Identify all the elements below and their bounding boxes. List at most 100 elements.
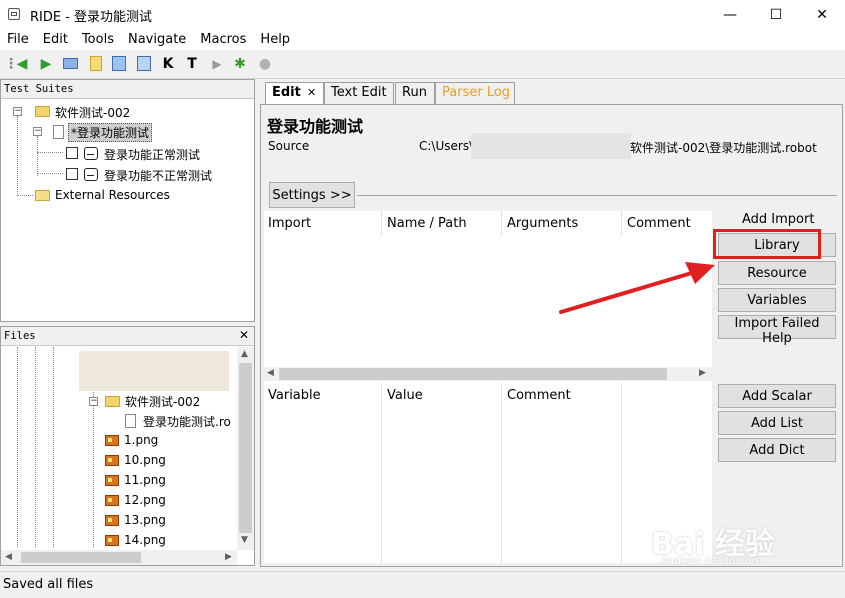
- test-suites-panel: Test Suites − 软件测试-002 − *登录功能测试 登录功能正常测…: [0, 79, 255, 322]
- add-import-label: Add Import: [742, 212, 815, 227]
- tab-edit-label: Edit: [272, 85, 301, 100]
- files-robot-file[interactable]: 登录功能测试.ro: [143, 413, 231, 430]
- redacted-path: [471, 133, 631, 159]
- files-image-4[interactable]: 12.png: [124, 493, 166, 507]
- scroll-left-arrow-icon[interactable]: ◀: [267, 368, 274, 378]
- add-list-button[interactable]: Add List: [718, 411, 836, 435]
- scroll-down-arrow-icon[interactable]: ▼: [241, 535, 248, 545]
- window-title: RIDE - 登录功能测试: [30, 10, 153, 25]
- image-file-icon: [105, 475, 119, 486]
- menu-file[interactable]: File: [0, 30, 36, 50]
- status-text: Saved all files: [3, 577, 94, 592]
- files-vscroll-thumb[interactable]: [239, 363, 252, 533]
- close-window-button[interactable]: ✕: [799, 0, 845, 30]
- files-image-5[interactable]: 13.png: [124, 513, 166, 527]
- files-image-2[interactable]: 10.png: [124, 453, 166, 467]
- tree-test-case-1[interactable]: 登录功能正常测试: [104, 146, 200, 163]
- files-header: Files: [1, 327, 254, 346]
- toolbar: ⋮ ◀ ▶ K T ▶ ✱ ●: [0, 50, 845, 79]
- ride-app-icon: [8, 8, 20, 20]
- folder-icon: [105, 396, 120, 407]
- files-folder[interactable]: 软件测试-002: [125, 393, 200, 410]
- suite-title: 登录功能测试: [267, 117, 364, 136]
- image-file-icon: [105, 535, 119, 546]
- tab-parser-log[interactable]: Parser Log: [435, 82, 515, 104]
- image-file-icon: [105, 435, 119, 446]
- forward-arrow-icon[interactable]: ▶: [37, 55, 55, 73]
- tree-external-resources[interactable]: External Resources: [55, 188, 170, 202]
- expand-suite-toggle[interactable]: −: [33, 127, 42, 136]
- menu-navigate[interactable]: Navigate: [121, 30, 193, 50]
- scroll-up-arrow-icon[interactable]: ▲: [241, 349, 248, 359]
- col-variable: Variable: [268, 388, 321, 403]
- robot-file-icon: [125, 414, 136, 428]
- run-icon[interactable]: ▶: [208, 55, 226, 73]
- save-icon[interactable]: [110, 55, 128, 73]
- files-image-1[interactable]: 1.png: [124, 433, 158, 447]
- variables-button[interactable]: Variables: [718, 288, 836, 312]
- test-case-icon: [84, 168, 98, 181]
- scroll-left-arrow-icon[interactable]: ◀: [5, 552, 12, 562]
- tab-edit[interactable]: Edit ✕: [265, 82, 324, 105]
- image-file-icon: [105, 495, 119, 506]
- source-label: Source: [268, 139, 310, 153]
- debug-bug-icon[interactable]: ✱: [231, 55, 249, 73]
- files-image-3[interactable]: 11.png: [124, 473, 166, 487]
- expand-root-toggle[interactable]: −: [13, 107, 22, 116]
- source-path-prefix: C:\Users\: [419, 139, 474, 153]
- tree-suite-selected[interactable]: *登录功能测试: [68, 123, 153, 142]
- menu-edit[interactable]: Edit: [36, 30, 75, 50]
- col-comment: Comment: [627, 216, 691, 231]
- new-file-icon[interactable]: [87, 55, 105, 73]
- test-case-checkbox-1[interactable]: [66, 147, 78, 159]
- watermark-subtext: jingyan.baidu.com: [661, 554, 763, 567]
- test-search-icon[interactable]: T: [183, 55, 201, 73]
- source-path-suffix: 软件测试-002\登录功能测试.robot: [630, 141, 817, 155]
- save-all-icon[interactable]: [135, 55, 153, 73]
- toolbar-grip-icon: ⋮: [4, 56, 18, 72]
- col-var-comment: Comment: [507, 388, 571, 403]
- red-arrow-annotation: [559, 262, 715, 314]
- red-highlight-box: [713, 229, 821, 259]
- settings-button[interactable]: Settings >>: [269, 182, 355, 208]
- keyword-search-icon[interactable]: K: [159, 55, 177, 73]
- editor-pane: 登录功能测试 Source C:\Users\ 软件测试-002\登录功能测试.…: [260, 104, 843, 567]
- image-file-icon: [105, 455, 119, 466]
- tree-root-suite[interactable]: 软件测试-002: [55, 104, 130, 121]
- maximize-button[interactable]: ☐: [753, 0, 799, 30]
- test-case-icon: [84, 147, 98, 160]
- tree-test-case-2[interactable]: 登录功能不正常测试: [104, 167, 212, 184]
- tab-text-edit[interactable]: Text Edit: [324, 82, 394, 104]
- scroll-right-arrow-icon[interactable]: ▶: [699, 368, 706, 378]
- back-arrow-icon[interactable]: ◀: [13, 55, 31, 73]
- col-value: Value: [387, 388, 423, 403]
- files-close-icon[interactable]: ✕: [239, 328, 249, 342]
- tab-run[interactable]: Run: [395, 82, 435, 104]
- stop-icon[interactable]: ●: [256, 55, 274, 73]
- open-folder-icon[interactable]: [62, 55, 80, 73]
- suite-file-icon: [53, 125, 64, 139]
- tab-close-icon[interactable]: ✕: [307, 83, 316, 103]
- files-panel: Files ✕ − 软件测试-002 登录功能测试.ro 1.png 10.pn…: [0, 326, 255, 566]
- col-import: Import: [268, 216, 312, 231]
- status-bar: Saved all files: [0, 571, 845, 598]
- menu-macros[interactable]: Macros: [193, 30, 253, 50]
- test-case-checkbox-2[interactable]: [66, 168, 78, 180]
- resource-button[interactable]: Resource: [718, 261, 836, 285]
- settings-divider: [357, 195, 837, 196]
- scroll-right-arrow-icon[interactable]: ▶: [225, 552, 232, 562]
- variable-table[interactable]: Variable Value Comment: [264, 383, 712, 563]
- menu-help[interactable]: Help: [253, 30, 297, 50]
- col-arguments: Arguments: [507, 216, 579, 231]
- files-image-6[interactable]: 14.png: [124, 533, 166, 547]
- minimize-button[interactable]: —: [707, 0, 753, 30]
- menu-bar: File Edit Tools Navigate Macros Help: [0, 30, 845, 50]
- menu-tools[interactable]: Tools: [75, 30, 121, 50]
- expand-folder-toggle[interactable]: −: [89, 397, 98, 406]
- folder-icon: [35, 106, 50, 117]
- add-scalar-button[interactable]: Add Scalar: [718, 384, 836, 408]
- import-hscroll-thumb[interactable]: [279, 368, 667, 380]
- files-hscroll-thumb[interactable]: [21, 552, 141, 563]
- add-dict-button[interactable]: Add Dict: [718, 438, 836, 462]
- import-failed-help-button[interactable]: Import Failed Help: [718, 315, 836, 346]
